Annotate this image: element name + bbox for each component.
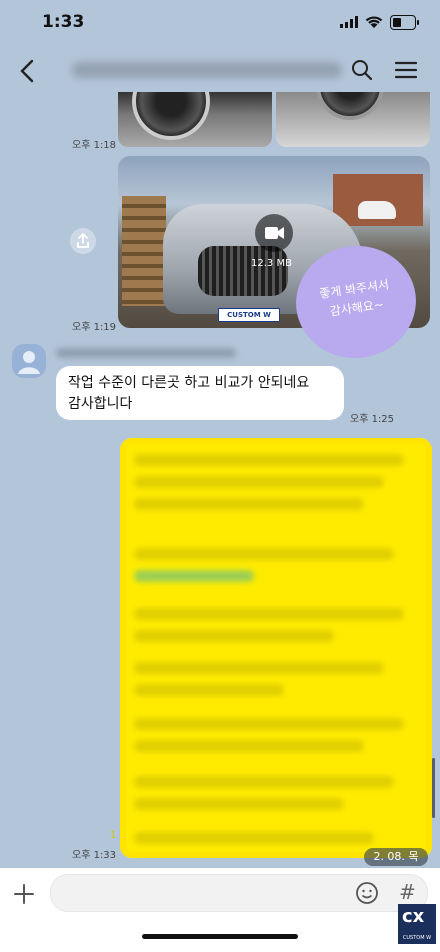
photo-wheel-1[interactable] xyxy=(118,92,272,147)
message-input[interactable]: # xyxy=(50,874,428,912)
chat-title-blurred xyxy=(72,62,342,78)
sticker-text: 좋게 봐주셔서 감사해요~ xyxy=(318,277,390,319)
watermark-logo: cx CUSTOM W xyxy=(398,904,436,944)
input-bar: # xyxy=(0,868,440,952)
status-time: 1:33 xyxy=(42,12,85,32)
video-size: 12.3 MB xyxy=(251,258,292,269)
sender-name-blurred xyxy=(56,348,236,358)
blurred-message-content xyxy=(130,448,422,848)
wheel-image xyxy=(132,92,210,140)
message-time: 오후 1:25 xyxy=(350,414,395,425)
chevron-left-icon[interactable] xyxy=(16,58,38,84)
hash-button[interactable]: # xyxy=(399,880,416,904)
message-time: 오후 1:33 xyxy=(72,850,117,861)
search-icon[interactable] xyxy=(350,58,374,82)
outgoing-message-bubble[interactable] xyxy=(120,438,432,858)
wheel-image xyxy=(316,92,384,120)
video-camera-icon xyxy=(265,227,284,239)
incoming-message-bubble[interactable]: 작업 수준이 다른곳 하고 비교가 안되네요 감사합니다 xyxy=(56,366,344,420)
battery-icon xyxy=(390,15,419,30)
license-plate: CUSTOM W xyxy=(218,308,280,322)
chat-header xyxy=(0,48,440,94)
share-button[interactable] xyxy=(70,228,96,254)
person-icon xyxy=(18,351,40,374)
date-chip: 2. 08. 목 xyxy=(364,848,428,866)
message-time: 오후 1:19 xyxy=(72,322,117,333)
video-play-button[interactable] xyxy=(255,214,293,252)
message-time: 오후 1:18 xyxy=(72,140,117,151)
wooden-pallet-image xyxy=(122,196,166,306)
logo-sub: CUSTOM W xyxy=(402,935,432,941)
logo-mark: cx xyxy=(402,906,425,927)
signal-icon xyxy=(340,16,358,28)
plus-icon[interactable] xyxy=(12,882,36,906)
background-car-image xyxy=(358,201,396,219)
home-indicator xyxy=(142,934,298,939)
car-grille-image xyxy=(198,246,288,296)
incoming-message-text: 작업 수준이 다른곳 하고 비교가 안되네요 감사합니다 xyxy=(68,375,310,412)
emoji-icon[interactable] xyxy=(355,881,379,905)
share-icon xyxy=(77,232,89,248)
photo-wheel-2[interactable] xyxy=(276,92,430,147)
hamburger-icon[interactable] xyxy=(394,60,418,80)
wifi-icon xyxy=(365,16,383,28)
status-bar: 1:33 xyxy=(0,0,440,48)
unread-count: 1 xyxy=(110,830,117,841)
avatar[interactable] xyxy=(12,344,46,378)
scrollbar[interactable] xyxy=(432,758,435,818)
